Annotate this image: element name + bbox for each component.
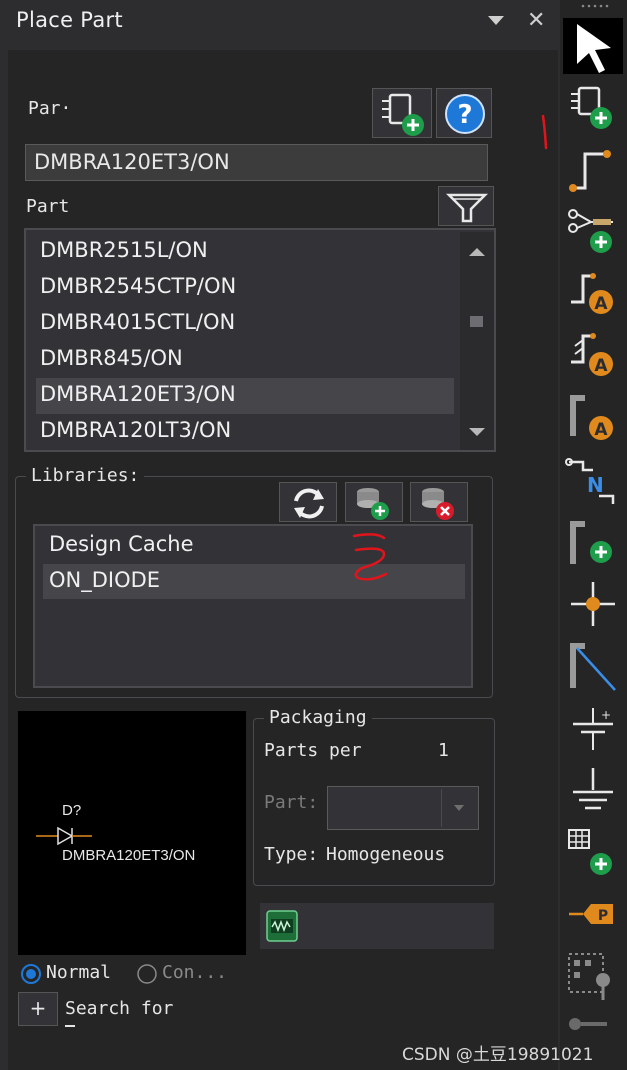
part-name-input[interactable]: DMBRA120ET3/ON	[25, 144, 488, 181]
list-item[interactable]: Design Cache	[49, 532, 194, 556]
list-item[interactable]: DMBR845/ON	[40, 346, 183, 370]
place-power-icon[interactable]: +	[563, 702, 623, 758]
close-icon[interactable]: ✕	[527, 8, 545, 33]
add-library-part-button[interactable]	[372, 88, 432, 138]
list-item[interactable]: DMBR4015CTL/ON	[40, 310, 235, 334]
watermark-text: CSDN @土豆19891021	[402, 1045, 594, 1065]
place-wire-icon[interactable]	[563, 144, 623, 200]
place-port-icon[interactable]: P	[563, 888, 623, 944]
svg-text:A: A	[594, 356, 608, 376]
place-part-icon[interactable]	[563, 84, 623, 140]
list-item[interactable]: DMBR2515L/ON	[40, 238, 208, 262]
packaging-title: Packaging	[264, 707, 372, 728]
svg-text:N: N	[587, 473, 604, 497]
list-item[interactable]: DMBRA120ET3/ON	[40, 382, 236, 406]
pspice-model-area	[260, 903, 494, 949]
add-library-icon	[357, 488, 389, 520]
svg-text:A: A	[594, 294, 608, 314]
select-arrow-icon[interactable]	[563, 18, 623, 74]
place-port-alias-icon[interactable]: A	[563, 386, 623, 442]
part-select[interactable]	[327, 786, 479, 830]
preview-refdes: D?	[62, 802, 82, 819]
normal-radio-label[interactable]: Normal	[46, 962, 111, 983]
svg-text:P: P	[598, 908, 608, 924]
list-item[interactable]: ON_DIODE	[49, 568, 160, 592]
help-button[interactable]: ?	[436, 88, 492, 138]
place-net-alias-icon[interactable]: A	[563, 262, 623, 318]
part-label: Par·	[28, 98, 72, 119]
place-bus-icon[interactable]	[563, 514, 623, 570]
svg-text:?: ?	[457, 100, 472, 130]
annotation-text-2: 2	[348, 528, 349, 529]
convert-radio-label[interactable]: Con...	[162, 962, 227, 983]
window-title: Place Part	[16, 8, 123, 32]
convert-radio[interactable]	[136, 963, 158, 985]
parts-per-value: 1	[438, 740, 449, 761]
svg-text:+: +	[601, 708, 611, 722]
chevron-down-icon	[454, 805, 464, 811]
type-value: Homogeneous	[326, 844, 446, 865]
part-select-label: Part:	[264, 792, 319, 813]
list-item[interactable]: DMBR2545CTP/ON	[40, 274, 236, 298]
toolbar-grip-icon	[581, 4, 609, 8]
libraries-label: Libraries:	[26, 465, 145, 486]
library-list[interactable]: Design Cache ON_DIODE	[33, 524, 473, 688]
place-off-page-icon[interactable]	[563, 826, 623, 882]
scroll-up-icon[interactable]	[469, 248, 485, 256]
scroll-down-icon[interactable]	[469, 428, 485, 436]
place-ground-icon[interactable]	[563, 764, 623, 820]
place-net-name-icon[interactable]: N	[563, 452, 623, 508]
place-bus-entry-icon[interactable]	[563, 638, 623, 694]
help-icon: ?	[445, 94, 485, 134]
place-junction-icon[interactable]	[563, 576, 623, 632]
filter-button[interactable]	[438, 186, 494, 226]
remove-library-icon	[422, 488, 454, 520]
scroll-thumb[interactable]	[470, 316, 483, 327]
remove-library-button[interactable]	[410, 482, 468, 522]
part-list[interactable]: DMBR2515L/ON DMBR2545CTP/ON DMBR4015CTL/…	[24, 228, 496, 452]
preview-part-name: DMBRA120ET3/ON	[62, 847, 196, 864]
place-net-group-icon[interactable]	[563, 202, 623, 258]
filter-icon	[445, 193, 489, 223]
parts-per-label: Parts per	[264, 740, 362, 761]
normal-radio[interactable]	[20, 963, 42, 985]
diode-symbol-icon	[57, 826, 74, 846]
refresh-libraries-button[interactable]	[279, 482, 337, 522]
part-list-scrollbar[interactable]	[460, 232, 494, 450]
refresh-icon	[294, 488, 324, 519]
pin-dropdown-icon[interactable]	[488, 16, 504, 25]
search-expand-button[interactable]: +	[18, 992, 58, 1026]
svg-text:A: A	[594, 420, 608, 440]
type-label: Type:	[264, 844, 319, 865]
place-bus-alias-icon[interactable]: A	[563, 322, 623, 378]
pspice-model-icon[interactable]	[266, 910, 298, 942]
part-preview: D? DMBRA120ET3/ON	[18, 711, 246, 955]
add-library-button[interactable]	[345, 482, 403, 522]
list-item[interactable]: DMBRA120LT3/ON	[40, 418, 231, 442]
part-list-label: Part	[26, 196, 70, 217]
place-block-icon[interactable]	[563, 950, 623, 1006]
annotation-text-1: 1	[536, 110, 537, 111]
search-for-label: Search for	[65, 998, 174, 1019]
add-part-icon	[382, 93, 424, 136]
annotation-mark-2: 2	[348, 528, 388, 581]
